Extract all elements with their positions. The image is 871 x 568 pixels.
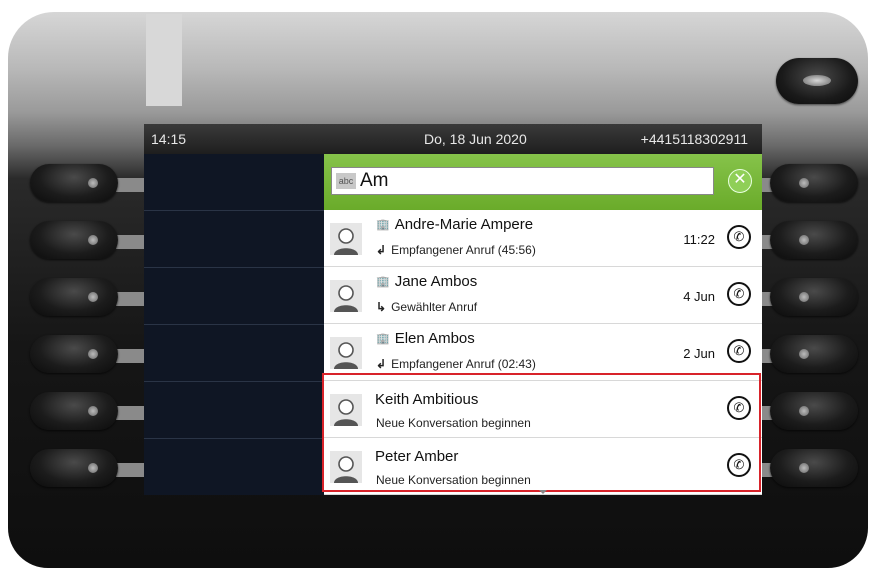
left-soft-key-6[interactable] — [30, 449, 118, 487]
left-key-label-1 — [144, 154, 324, 211]
contact-name: Peter Amber — [375, 448, 459, 465]
contact-name-line: 🏢 Jane Ambos — [376, 273, 477, 290]
search-field[interactable]: abc — [331, 167, 714, 195]
search-input[interactable] — [360, 169, 700, 193]
close-icon[interactable]: ✕ — [728, 169, 752, 193]
phone-display: 14:15 Do, 18 Jun 2020 +4415118302911 abc… — [144, 124, 762, 495]
key-dot — [88, 235, 98, 245]
call-time: 11:22 — [683, 232, 715, 247]
key-connector — [116, 178, 144, 192]
contact-row[interactable]: Keith Ambitious Neue Konversation beginn… — [324, 381, 762, 438]
key-dot — [799, 178, 809, 188]
incoming-call-icon: ↲ — [376, 357, 387, 371]
own-phone-number: +4415118302911 — [640, 131, 748, 147]
contact-row[interactable]: 🏢 Elen Ambos ↲ Empfangener Anruf (02:43) 2… — [324, 324, 762, 381]
contact-name: Jane Ambos — [394, 273, 478, 290]
left-soft-key-3[interactable] — [30, 278, 118, 316]
contact-row[interactable]: 🏢 Jane Ambos ↳ Gewählter Anruf 4 Jun ✆ — [324, 267, 762, 324]
status-bar: 14:15 Do, 18 Jun 2020 +4415118302911 — [144, 124, 762, 154]
phone-call-icon[interactable]: ✆ — [727, 396, 751, 420]
contact-row[interactable]: 🏢 Andre-Marie Ampere ↲ Empfangener Anruf (… — [324, 210, 762, 267]
right-soft-key-5[interactable] — [770, 392, 858, 430]
key-dot — [799, 235, 809, 245]
left-soft-key-1[interactable] — [30, 164, 118, 202]
left-key-label-6 — [144, 439, 324, 495]
input-mode-badge: abc — [336, 173, 356, 189]
left-soft-key-2[interactable] — [30, 221, 118, 259]
left-key-label-3 — [144, 268, 324, 325]
key-dot — [799, 406, 809, 416]
key-dot — [88, 463, 98, 473]
phone-call-icon[interactable]: ✆ — [727, 282, 751, 306]
right-soft-key-6[interactable] — [770, 449, 858, 487]
clock-time: 14:15 — [151, 131, 187, 147]
contact-name: Andre-Marie Ampere — [394, 216, 534, 233]
key-connector — [116, 463, 144, 477]
call-time: 4 Jun — [683, 289, 715, 304]
phone-call-icon[interactable]: ✆ — [727, 453, 751, 477]
contact-detail-line: ↲ Empfangener Anruf (02:43) — [376, 357, 536, 371]
avatar-icon — [330, 337, 362, 369]
outgoing-call-icon: ↳ — [376, 300, 387, 314]
right-soft-key-4[interactable] — [770, 335, 858, 373]
contact-detail-line: ↳ Gewählter Anruf — [376, 300, 477, 314]
left-key-label-4 — [144, 325, 324, 382]
incoming-call-icon: ↲ — [376, 243, 387, 257]
left-key-label-5 — [144, 382, 324, 439]
right-soft-key-2[interactable] — [770, 221, 858, 259]
current-date: Do, 18 Jun 2020 — [424, 131, 527, 147]
led-lens — [803, 75, 831, 86]
key-dot — [88, 178, 98, 188]
key-dot — [799, 349, 809, 359]
contact-name: Keith Ambitious — [375, 391, 479, 408]
key-dot — [799, 292, 809, 302]
building-icon: 🏢 — [376, 219, 390, 231]
contact-row[interactable]: Peter Amber Neue Konversation beginnen ✆ — [324, 438, 762, 495]
search-bar: abc ✕ — [324, 154, 762, 210]
right-soft-key-1[interactable] — [770, 164, 858, 202]
left-soft-key-5[interactable] — [30, 392, 118, 430]
key-dot — [88, 349, 98, 359]
scroll-down-icon — [539, 490, 547, 494]
left-soft-key-4[interactable] — [30, 335, 118, 373]
phone-call-icon[interactable]: ✆ — [727, 225, 751, 249]
key-dot — [88, 406, 98, 416]
contact-detail-line: ↲ Empfangener Anruf (45:56) — [376, 243, 536, 257]
top-function-button[interactable] — [776, 58, 858, 104]
contact-detail: Empfangener Anruf (02:43) — [391, 357, 536, 371]
contact-detail: Gewählter Anruf — [391, 300, 478, 314]
building-icon: 🏢 — [376, 333, 390, 345]
contact-name-line: 🏢 Andre-Marie Ampere — [376, 216, 533, 233]
contact-search-pane: abc ✕ 🏢 Andre-Marie Ampere ↲ Empfangener A… — [324, 154, 762, 495]
key-connector — [116, 349, 144, 363]
contact-name-line: 🏢 Elen Ambos — [376, 330, 475, 347]
key-connector — [116, 406, 144, 420]
avatar-icon — [330, 451, 362, 483]
label-card-slot — [146, 14, 182, 106]
key-connector — [116, 292, 144, 306]
key-connector — [116, 235, 144, 249]
contact-detail: Empfangener Anruf (45:56) — [391, 243, 536, 257]
left-key-label-pane — [144, 154, 324, 495]
building-icon: 🏢 — [376, 276, 390, 288]
phone-call-icon[interactable]: ✆ — [727, 339, 751, 363]
call-time: 2 Jun — [683, 346, 715, 361]
contact-detail: Neue Konversation beginnen — [376, 473, 531, 487]
avatar-icon — [330, 223, 362, 255]
left-key-label-2 — [144, 211, 324, 268]
key-dot — [88, 292, 98, 302]
contact-detail: Neue Konversation beginnen — [376, 416, 531, 430]
contact-name: Elen Ambos — [394, 330, 475, 347]
right-soft-key-3[interactable] — [770, 278, 858, 316]
avatar-icon — [330, 280, 362, 312]
key-dot — [799, 463, 809, 473]
avatar-icon — [330, 394, 362, 426]
